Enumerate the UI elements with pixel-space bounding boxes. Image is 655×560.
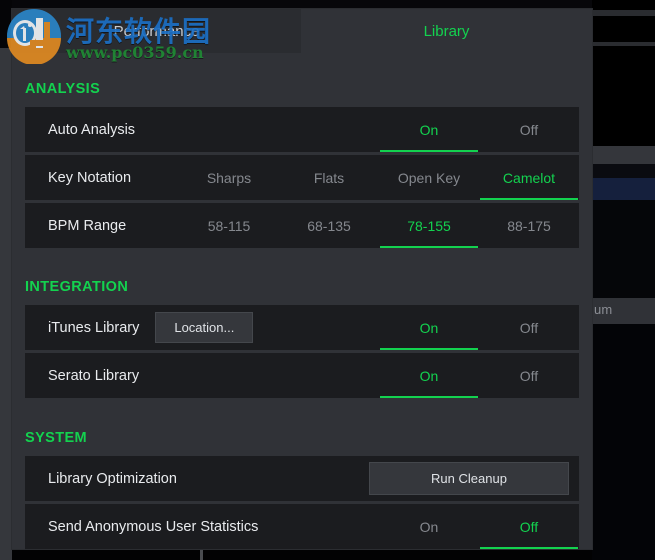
background-band: [592, 16, 655, 42]
settings-dialog: Performance Library ANALYSIS Auto Analys…: [12, 9, 592, 549]
run-cleanup-button[interactable]: Run Cleanup: [369, 462, 569, 495]
background-partial-text: um: [594, 302, 613, 317]
option-itunes-library-on[interactable]: On: [379, 305, 479, 350]
option-label: Off: [519, 121, 539, 138]
setting-label-itunes-library: iTunes Library: [48, 319, 140, 336]
tab-performance-label: Performance: [113, 22, 200, 40]
option-label: 78-155: [407, 217, 451, 234]
tab-bar: Performance Library: [12, 9, 592, 53]
background-band: [592, 146, 655, 164]
setting-row-itunes-library: iTunes Library Location... On Off: [25, 305, 579, 350]
option-label: 68-135: [307, 217, 351, 234]
background-band: [592, 164, 655, 178]
option-serato-library-off[interactable]: Off: [479, 353, 579, 398]
option-label: Off: [519, 518, 539, 535]
option-send-statistics-off[interactable]: Off: [479, 504, 579, 549]
background-left-column: [0, 0, 12, 560]
option-key-notation-open-key[interactable]: Open Key: [379, 155, 479, 200]
background-band: [592, 200, 655, 298]
option-label: 58-115: [207, 217, 251, 234]
setting-row-auto-analysis: Auto Analysis On Off: [25, 107, 579, 152]
section-rows-integration: iTunes Library Location... On Off Serato…: [25, 305, 579, 398]
section-rows-system: Library Optimization Run Cleanup Send An…: [25, 456, 579, 549]
setting-label-bpm-range: BPM Range: [48, 217, 127, 234]
option-label: 88-175: [507, 217, 551, 234]
option-label: Sharps: [206, 169, 252, 186]
option-group-key-notation: Sharps Flats Open Key Camelot: [179, 155, 579, 200]
setting-row-key-notation: Key Notation Sharps Flats Open Key Camel…: [25, 155, 579, 200]
option-bpm-range-58-115[interactable]: 58-115: [179, 203, 279, 248]
setting-label-auto-analysis: Auto Analysis: [48, 121, 136, 138]
option-label: Flats: [313, 169, 345, 186]
section-rows-analysis: Auto Analysis On Off Key Notation Sharps…: [25, 107, 579, 248]
background-left-top-black: [0, 0, 12, 48]
option-label: Off: [519, 319, 539, 336]
option-label: On: [419, 319, 439, 336]
setting-label-send-anonymous-statistics: Send Anonymous User Statistics: [48, 518, 259, 535]
option-label: On: [419, 121, 439, 138]
tab-library[interactable]: Library: [301, 9, 592, 53]
setting-row-bpm-range: BPM Range 58-115 68-135 78-155 88-175: [25, 203, 579, 248]
option-label: On: [419, 518, 439, 535]
tab-library-label: Library: [423, 22, 470, 40]
background-highlight-row: um: [592, 298, 655, 324]
option-label: On: [419, 367, 439, 384]
setting-row-library-optimization: Library Optimization Run Cleanup: [25, 456, 579, 501]
option-label: Camelot: [502, 169, 556, 186]
option-key-notation-flats[interactable]: Flats: [279, 155, 379, 200]
option-label: Off: [519, 367, 539, 384]
option-bpm-range-78-155[interactable]: 78-155: [379, 203, 479, 248]
section-heading-analysis: ANALYSIS: [25, 81, 101, 97]
option-bpm-range-88-175[interactable]: 88-175: [479, 203, 579, 248]
option-group-serato-library: On Off: [379, 353, 579, 398]
section-heading-system: SYSTEM: [25, 430, 88, 446]
background-selected-row: [592, 178, 655, 200]
background-band: [592, 46, 655, 146]
option-key-notation-sharps[interactable]: Sharps: [179, 155, 279, 200]
itunes-location-button[interactable]: Location...: [155, 312, 254, 343]
option-send-statistics-on[interactable]: On: [379, 504, 479, 549]
background-bottom-strip: [12, 548, 592, 560]
option-label: Open Key: [397, 169, 461, 186]
setting-row-send-anonymous-statistics: Send Anonymous User Statistics On Off: [25, 504, 579, 549]
option-auto-analysis-on[interactable]: On: [379, 107, 479, 152]
setting-label-key-notation: Key Notation: [48, 169, 132, 186]
tab-performance[interactable]: Performance: [12, 9, 301, 53]
background-bottom-marker: [200, 550, 203, 560]
setting-label-library-optimization: Library Optimization: [48, 470, 177, 487]
option-itunes-library-off[interactable]: Off: [479, 305, 579, 350]
option-group-itunes-library: On Off: [379, 305, 579, 350]
option-serato-library-on[interactable]: On: [379, 353, 479, 398]
option-auto-analysis-off[interactable]: Off: [479, 107, 579, 152]
option-bpm-range-68-135[interactable]: 68-135: [279, 203, 379, 248]
option-group-bpm-range: 58-115 68-135 78-155 88-175: [179, 203, 579, 248]
background-band: [592, 324, 655, 560]
itunes-location-button-label: Location...: [174, 320, 235, 335]
option-group-send-anonymous-statistics: On Off: [379, 504, 579, 549]
section-heading-integration: INTEGRATION: [25, 279, 129, 295]
setting-row-serato-library: Serato Library On Off: [25, 353, 579, 398]
option-key-notation-camelot[interactable]: Camelot: [479, 155, 579, 200]
background-band: [592, 0, 655, 10]
option-group-auto-analysis: On Off: [379, 107, 579, 152]
run-cleanup-button-label: Run Cleanup: [431, 471, 507, 486]
setting-label-serato-library: Serato Library: [48, 367, 140, 384]
